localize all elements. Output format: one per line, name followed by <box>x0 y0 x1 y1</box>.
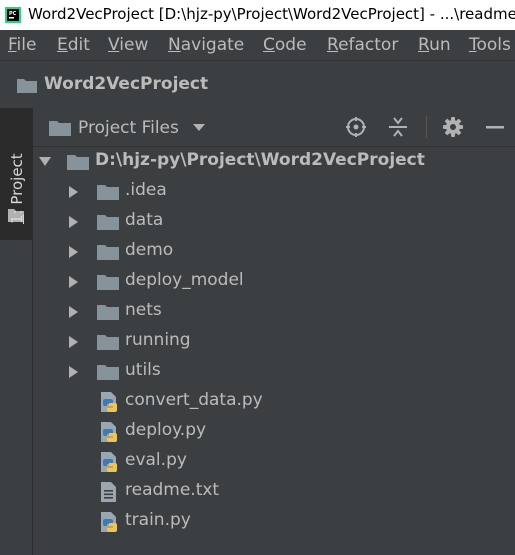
tree-file[interactable]: readme.txt <box>33 477 515 507</box>
python-file-icon <box>101 452 117 472</box>
tree-folder[interactable]: .idea <box>33 177 515 207</box>
tree-folder[interactable]: running <box>33 327 515 357</box>
tree-folder[interactable]: demo <box>33 237 515 267</box>
menu-edit[interactable]: Edit <box>57 35 90 55</box>
menu-run[interactable]: Run <box>418 35 451 55</box>
tree-file-label: deploy.py <box>125 420 207 440</box>
tree-root[interactable]: D:\hjz-py\Project\Word2VecProject <box>33 147 515 177</box>
expanded-arrow-icon[interactable] <box>39 157 51 167</box>
folder-icon <box>97 335 119 350</box>
tree-file-label: eval.py <box>125 450 187 470</box>
menu-tools[interactable]: Tools <box>469 35 511 55</box>
tree-file[interactable]: eval.py <box>33 447 515 477</box>
tree-folder[interactable]: data <box>33 207 515 237</box>
folder-icon <box>97 215 119 230</box>
collapsed-arrow-icon[interactable] <box>69 336 79 348</box>
svg-text:PC: PC <box>9 11 17 17</box>
tree-folder[interactable]: nets <box>33 297 515 327</box>
project-tree: D:\hjz-py\Project\Word2VecProject .idea … <box>33 147 515 555</box>
folder-icon <box>97 185 119 200</box>
view-selector[interactable]: Project Files <box>78 118 179 138</box>
tree-file[interactable]: convert_data.py <box>33 387 515 417</box>
window-title: Word2VecProject [D:\hjz-py\Project\Word2… <box>28 5 515 23</box>
breadcrumb-project[interactable]: Word2VecProject <box>44 74 208 94</box>
project-panel-header: Project Files <box>33 108 515 147</box>
tree-folder[interactable]: utils <box>33 357 515 387</box>
gear-icon[interactable] <box>442 116 464 138</box>
tree-folder-label: data <box>125 210 164 230</box>
python-file-icon <box>101 512 117 532</box>
tree-folder-label: deploy_model <box>125 270 244 290</box>
tree-folder-label: utils <box>125 360 161 380</box>
collapsed-arrow-icon[interactable] <box>69 306 79 318</box>
tool-window-strip: 1: Project <box>0 108 33 555</box>
tree-folder-label: nets <box>125 300 162 320</box>
menu-refactor[interactable]: Refactor <box>327 35 398 55</box>
collapsed-arrow-icon[interactable] <box>69 366 79 378</box>
project-tool-tab-label: 1: Project <box>8 153 26 224</box>
menu-bar: File Edit View Navigate Code Refactor Ru… <box>0 30 515 60</box>
folder-icon <box>97 275 119 290</box>
menu-view[interactable]: View <box>108 35 148 55</box>
folder-icon <box>97 365 119 380</box>
locate-target-icon[interactable] <box>345 116 367 138</box>
minimize-icon[interactable] <box>484 116 506 138</box>
folder-icon <box>97 245 119 260</box>
toolbar-separator <box>426 116 427 138</box>
tree-file-label: train.py <box>125 510 191 530</box>
navigation-bar: Word2VecProject <box>0 60 515 109</box>
tree-root-label: D:\hjz-py\Project\Word2VecProject <box>95 150 425 170</box>
tree-folder-label: running <box>125 330 191 350</box>
collapse-all-icon[interactable] <box>387 116 409 138</box>
pycharm-app-icon: PC <box>5 7 21 23</box>
folder-icon <box>17 79 37 93</box>
folder-icon <box>49 121 71 136</box>
menu-navigate[interactable]: Navigate <box>168 35 244 55</box>
chevron-down-icon[interactable] <box>193 124 205 132</box>
window-title-bar: PC Word2VecProject [D:\hjz-py\Project\Wo… <box>0 0 515 30</box>
folder-icon <box>67 155 89 170</box>
menu-file[interactable]: File <box>8 35 36 55</box>
collapsed-arrow-icon[interactable] <box>69 246 79 258</box>
python-file-icon <box>101 392 117 412</box>
text-file-icon <box>101 482 116 502</box>
tree-file[interactable]: train.py <box>33 507 515 537</box>
tree-file-label: convert_data.py <box>125 390 263 410</box>
tree-folder-label: demo <box>125 240 174 260</box>
collapsed-arrow-icon[interactable] <box>69 276 79 288</box>
tree-folder[interactable]: deploy_model <box>33 267 515 297</box>
folder-icon <box>97 305 119 320</box>
collapsed-arrow-icon[interactable] <box>69 216 79 228</box>
tree-folder-label: .idea <box>125 180 167 200</box>
tree-file[interactable]: deploy.py <box>33 417 515 447</box>
tree-file-label: readme.txt <box>125 480 220 500</box>
python-file-icon <box>101 422 117 442</box>
menu-code[interactable]: Code <box>263 35 307 55</box>
collapsed-arrow-icon[interactable] <box>69 186 79 198</box>
